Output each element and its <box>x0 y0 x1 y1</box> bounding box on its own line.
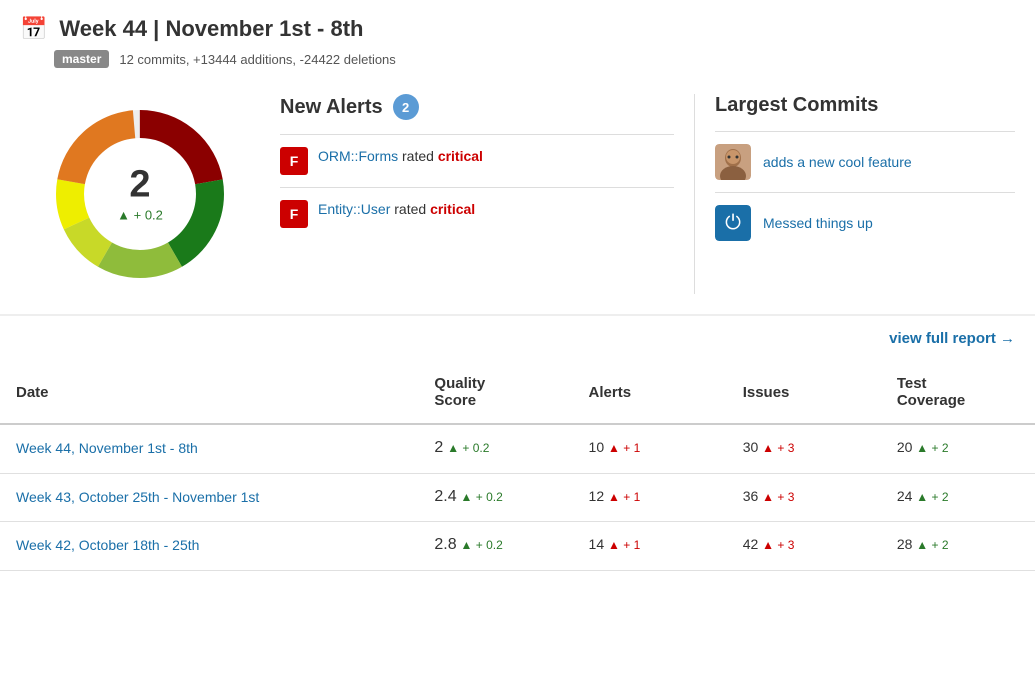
score-val-0: 2 <box>434 439 443 456</box>
cell-issues-0: 30 ▲ + 3 <box>727 424 881 473</box>
issues-delta-2: ▲ + 3 <box>762 538 794 552</box>
up-arrow-icon: ▲ <box>117 208 130 223</box>
cell-issues-1: 36 ▲ + 3 <box>727 473 881 522</box>
alert-grade-2: F <box>280 200 308 228</box>
score-delta-0: ▲ + 0.2 <box>447 441 489 455</box>
alert-rating-1: critical <box>438 148 483 164</box>
donut-delta: ▲ + 0.2 <box>117 208 163 223</box>
alert-suffix-2: rated <box>394 201 430 217</box>
score-val-1: 2.4 <box>434 488 456 505</box>
col-header-coverage: TestCoverage <box>881 361 1035 424</box>
cell-score-1: 2.4 ▲ + 0.2 <box>418 473 572 522</box>
alerts-title: New Alerts <box>280 96 383 119</box>
page-title: Week 44 | November 1st - 8th <box>59 16 363 42</box>
alerts-header: New Alerts 2 <box>280 94 674 120</box>
commit-item-2: ⏻ Messed things up <box>715 192 1015 253</box>
top-section: 2 ▲ + 0.2 New Alerts 2 F ORM::Forms rate… <box>0 84 1035 316</box>
issues-delta-0: ▲ + 3 <box>762 441 794 455</box>
commit-link-1[interactable]: adds a new cool feature <box>763 154 912 170</box>
page-header: 📅 Week 44 | November 1st - 8th <box>0 0 1035 50</box>
alert-item-2: F Entity::User rated critical <box>280 187 674 240</box>
score-delta-2: ▲ + 0.2 <box>461 538 503 552</box>
cell-date-2: Week 42, October 18th - 25th <box>0 522 418 571</box>
cell-coverage-0: 20 ▲ + 2 <box>881 424 1035 473</box>
cell-issues-2: 42 ▲ + 3 <box>727 522 881 571</box>
view-report-row: view full report <box>0 316 1035 361</box>
donut-center: 2 ▲ + 0.2 <box>117 166 163 223</box>
alert-rating-2: critical <box>430 201 475 217</box>
data-table: Date QualityScore Alerts Issues TestCove… <box>0 361 1035 571</box>
commits-section: Largest Commits adds a new cool feature … <box>695 94 1015 294</box>
view-full-report-link[interactable]: view full report <box>889 330 1015 347</box>
alert-suffix-1: rated <box>402 148 438 164</box>
calendar-icon: 📅 <box>20 16 47 42</box>
date-link-2[interactable]: Week 42, October 18th - 25th <box>16 536 402 556</box>
avatar-photo-icon <box>715 144 751 180</box>
col-header-alerts: Alerts <box>573 361 727 424</box>
issues-delta-1: ▲ + 3 <box>762 490 794 504</box>
branch-info: 12 commits, +13444 additions, -24422 del… <box>119 52 395 67</box>
score-val-2: 2.8 <box>434 536 456 553</box>
donut-score: 2 <box>117 166 163 204</box>
cell-date-1: Week 43, October 25th - November 1st <box>0 473 418 522</box>
alert-link-2[interactable]: Entity::User <box>318 201 390 217</box>
alert-text-2: Entity::User rated critical <box>318 200 475 220</box>
table-body: Week 44, November 1st - 8th 2 ▲ + 0.2 10… <box>0 424 1035 570</box>
cell-alerts-2: 14 ▲ + 1 <box>573 522 727 571</box>
cell-date-0: Week 44, November 1st - 8th <box>0 424 418 473</box>
alert-link-1[interactable]: ORM::Forms <box>318 148 398 164</box>
branch-row: master 12 commits, +13444 additions, -24… <box>0 50 1035 84</box>
col-header-issues: Issues <box>727 361 881 424</box>
cell-score-2: 2.8 ▲ + 0.2 <box>418 522 572 571</box>
alerts-count: 2 <box>393 94 419 120</box>
coverage-delta-1: ▲ + 2 <box>916 490 948 504</box>
alerts-section: New Alerts 2 F ORM::Forms rated critical… <box>260 94 695 294</box>
commit-avatar-1 <box>715 144 751 180</box>
commit-avatar-2: ⏻ <box>715 205 751 241</box>
power-icon: ⏻ <box>715 205 751 241</box>
commit-link-2[interactable]: Messed things up <box>763 215 873 231</box>
cell-coverage-2: 28 ▲ + 2 <box>881 522 1035 571</box>
alerts-delta-0: ▲ + 1 <box>608 441 640 455</box>
alerts-delta-1: ▲ + 1 <box>608 490 640 504</box>
donut-chart: 2 ▲ + 0.2 <box>20 94 260 294</box>
coverage-delta-0: ▲ + 2 <box>916 441 948 455</box>
commit-item-1: adds a new cool feature <box>715 131 1015 192</box>
cell-alerts-1: 12 ▲ + 1 <box>573 473 727 522</box>
alert-text-1: ORM::Forms rated critical <box>318 147 483 167</box>
table-row: Week 44, November 1st - 8th 2 ▲ + 0.2 10… <box>0 424 1035 473</box>
table-row: Week 43, October 25th - November 1st 2.4… <box>0 473 1035 522</box>
table-row: Week 42, October 18th - 25th 2.8 ▲ + 0.2… <box>0 522 1035 571</box>
alerts-delta-2: ▲ + 1 <box>608 538 640 552</box>
cell-alerts-0: 10 ▲ + 1 <box>573 424 727 473</box>
date-link-0[interactable]: Week 44, November 1st - 8th <box>16 439 402 459</box>
col-header-date: Date <box>0 361 418 424</box>
alert-item-1: F ORM::Forms rated critical <box>280 134 674 187</box>
branch-badge: master <box>54 50 109 68</box>
alert-grade-1: F <box>280 147 308 175</box>
table-header-row: Date QualityScore Alerts Issues TestCove… <box>0 361 1035 424</box>
commits-title: Largest Commits <box>715 94 1015 117</box>
date-link-1[interactable]: Week 43, October 25th - November 1st <box>16 488 402 508</box>
col-header-score: QualityScore <box>418 361 572 424</box>
score-delta-1: ▲ + 0.2 <box>461 490 503 504</box>
coverage-delta-2: ▲ + 2 <box>916 538 948 552</box>
cell-coverage-1: 24 ▲ + 2 <box>881 473 1035 522</box>
cell-score-0: 2 ▲ + 0.2 <box>418 424 572 473</box>
